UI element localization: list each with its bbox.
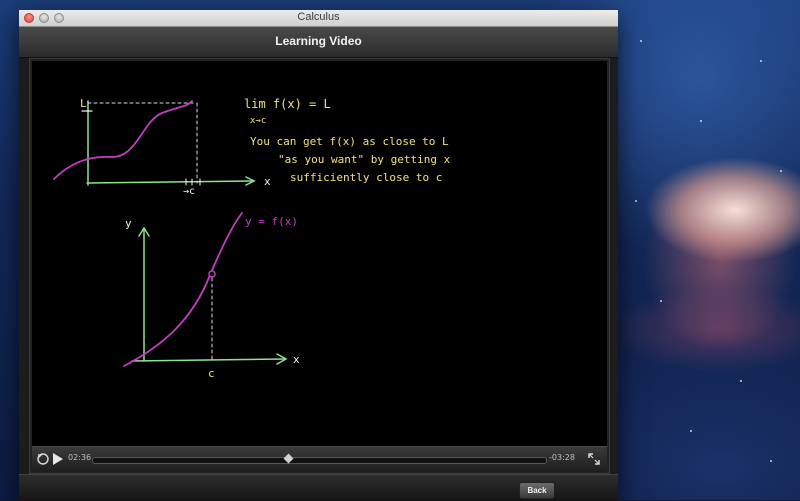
video-player: L →c x lim f(x) = L x→c You can get f(x)… [29,58,610,474]
replay-icon[interactable] [36,452,50,466]
progress-scrubber[interactable] [92,453,547,464]
video-frame[interactable]: L →c x lim f(x) = L x→c You can get f(x)… [32,61,607,446]
limit-subscript: x→c [250,116,266,126]
star [780,170,782,172]
page-title: Learning Video [275,34,362,48]
top-graph [53,100,256,186]
star [660,300,662,302]
player-controls: 02:36 -03:28 [32,446,607,472]
function-label: y = f(x) [245,215,298,228]
footer-bar: Back [19,474,618,501]
star [640,40,642,42]
current-time: 02:36 [68,453,92,462]
scrubber-knob[interactable] [283,453,294,464]
bottom-x-label: x [293,353,300,366]
top-c-label: →c [183,186,195,197]
bottom-x-axis [131,358,285,362]
star [700,120,702,122]
bottom-graph [123,212,288,367]
star [760,60,762,62]
bottom-y-label: y [125,217,132,230]
star [690,430,692,432]
top-L-label: L [80,97,87,110]
star [635,200,637,202]
function-curve [123,212,243,367]
blackboard-drawing: L →c x lim f(x) = L x→c You can get f(x)… [53,97,451,380]
note-line-3: sufficiently close to c [290,171,442,184]
bottom-c-label: c [208,367,215,380]
limit-expression: lim f(x) = L [244,97,331,111]
star [770,460,772,462]
play-icon[interactable] [53,453,63,465]
title-bar: Calculus [19,10,618,27]
window-title: Calculus [297,11,340,23]
note-line-2: "as you want" by getting x [278,153,451,166]
header-bar: Learning Video [19,27,618,58]
note-line-1: You can get f(x) as close to L [250,135,449,148]
top-x-label: x [264,175,271,188]
open-point [208,270,216,278]
back-button[interactable]: Back [519,482,555,499]
star [740,380,742,382]
app-window: Calculus Learning Video L →c x lim f(x) … [19,10,618,501]
remaining-time: -03:28 [549,453,575,462]
top-x-axis [86,180,253,184]
fullscreen-icon[interactable] [587,452,601,466]
top-curve [53,100,193,180]
